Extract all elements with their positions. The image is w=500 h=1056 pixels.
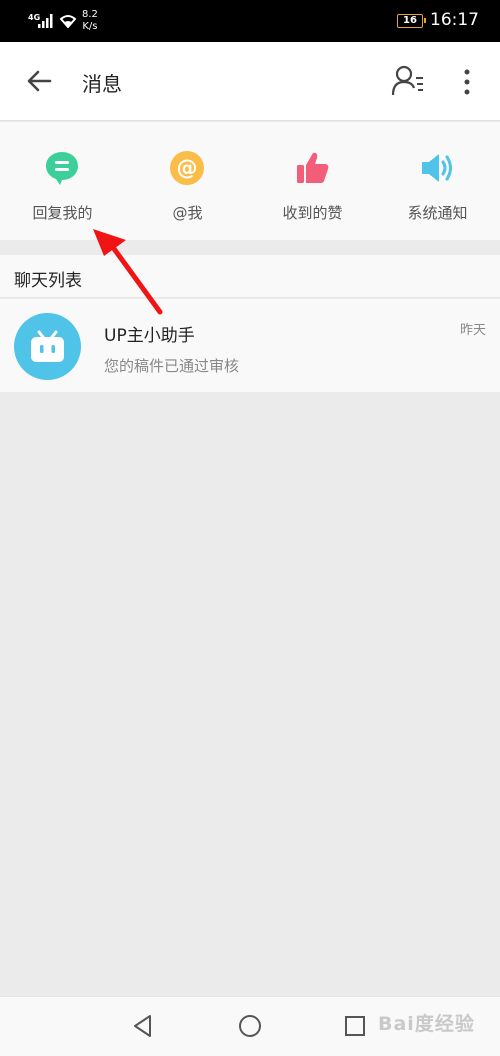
chat-bubble-icon — [46, 152, 78, 185]
wifi-icon — [59, 15, 77, 28]
status-time: 16:17 — [430, 10, 479, 30]
chat-list-title: 聊天列表 — [14, 271, 82, 291]
avatar — [14, 313, 81, 380]
status-bar: 4G 8.2 K/s 16 16:17 — [0, 0, 500, 42]
quick-action-mentions[interactable]: @ @我 — [125, 122, 250, 240]
quick-action-replies[interactable]: 回复我的 — [0, 122, 125, 240]
battery-icon: 16 — [397, 14, 426, 28]
watermark: Bai度经验 — [378, 1013, 475, 1035]
quick-action-notifications[interactable]: 系统通知 — [375, 122, 500, 240]
list-item[interactable]: UP主小助手 您的稿件已通过审核 昨天 — [0, 299, 500, 392]
circle-home-icon[interactable] — [237, 1013, 263, 1039]
network-speed: 8.2 K/s — [82, 9, 98, 33]
square-recent-icon[interactable] — [344, 1015, 366, 1037]
app-bar: 消息 — [0, 42, 500, 121]
page-title: 消息 — [82, 72, 122, 96]
bilibili-tv-icon — [31, 330, 64, 362]
more-vertical-icon[interactable] — [456, 68, 478, 96]
chat-timestamp: 昨天 — [459, 323, 486, 338]
arrow-left-icon[interactable] — [24, 66, 54, 96]
signal-icon — [38, 14, 53, 28]
speed-unit: K/s — [82, 21, 98, 32]
contacts-list-icon[interactable] — [390, 64, 426, 98]
chat-list-header: 聊天列表 — [0, 255, 500, 298]
quick-action-label: 收到的赞 — [282, 204, 343, 222]
chat-name: UP主小助手 — [104, 326, 195, 346]
speaker-icon — [422, 154, 452, 182]
battery-level: 16 — [403, 15, 417, 26]
quick-action-label: 系统通知 — [407, 204, 468, 222]
at-sign-icon: @ — [170, 151, 204, 185]
thumbs-up-icon — [297, 152, 329, 183]
quick-actions: 回复我的 @ @我 收到的赞 系统通知 — [0, 122, 500, 240]
navigation-bar: Bai度经验 — [0, 996, 500, 1056]
quick-action-label: @我 — [172, 204, 203, 222]
triangle-back-icon[interactable] — [130, 1013, 156, 1039]
quick-action-label: 回复我的 — [32, 204, 93, 222]
quick-action-likes[interactable]: 收到的赞 — [250, 122, 375, 240]
svg-text:@: @ — [177, 156, 198, 180]
speed-value: 8.2 — [82, 9, 98, 20]
chat-preview: 您的稿件已通过审核 — [104, 357, 240, 375]
